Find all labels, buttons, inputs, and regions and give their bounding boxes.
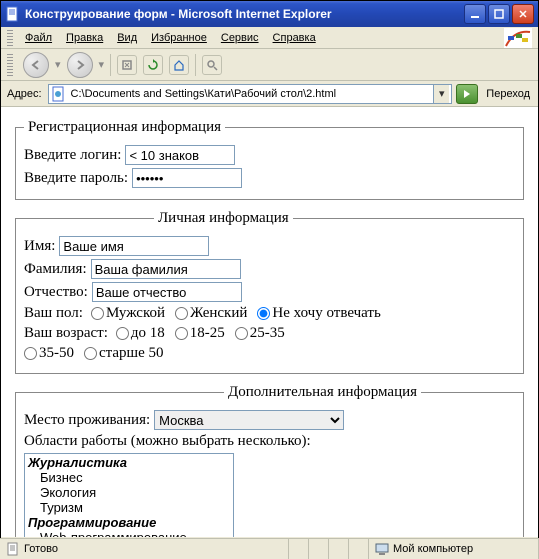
fieldset-registration: Регистрационная информация Введите логин…: [15, 119, 524, 200]
address-label: Адрес:: [5, 88, 44, 100]
address-dropdown-icon[interactable]: ▾: [433, 85, 449, 103]
address-input[interactable]: [69, 88, 434, 100]
menu-file[interactable]: Файл: [19, 30, 58, 46]
search-button[interactable]: [202, 55, 222, 75]
age-label: Ваш возраст:: [24, 325, 108, 342]
name-label: Имя:: [24, 238, 55, 255]
list-item[interactable]: Экология: [26, 485, 232, 500]
minimize-button[interactable]: [464, 4, 486, 24]
menubar: Файл Правка Вид Избранное Сервис Справка: [1, 27, 538, 49]
legend-personal: Личная информация: [154, 210, 293, 227]
html-file-icon: [51, 86, 67, 102]
list-item[interactable]: Туризм: [26, 500, 232, 515]
page-content: Регистрационная информация Введите логин…: [1, 107, 538, 537]
back-button[interactable]: [23, 52, 49, 78]
fieldset-extra: Дополнительная информация Место проживан…: [15, 384, 524, 537]
legend-extra: Дополнительная информация: [224, 384, 421, 401]
patronymic-input[interactable]: [92, 282, 242, 302]
address-field-wrap[interactable]: ▾: [48, 84, 453, 104]
city-label: Место проживания:: [24, 412, 150, 429]
menu-view[interactable]: Вид: [111, 30, 143, 46]
surname-label: Фамилия:: [24, 261, 87, 278]
toolbar: ▾ ▾: [1, 49, 538, 81]
legend-registration: Регистрационная информация: [24, 119, 225, 136]
window-title: Конструирование форм - Microsoft Interne…: [25, 7, 464, 21]
work-listbox[interactable]: ЖурналистикаБизнесЭкологияТуризмПрограмм…: [24, 453, 234, 537]
status-sep: [289, 539, 309, 559]
status-sep: [349, 539, 369, 559]
address-bar: Адрес: ▾ Переход: [1, 81, 538, 107]
menu-favorites[interactable]: Избранное: [145, 30, 213, 46]
document-icon: [6, 542, 20, 556]
forward-button[interactable]: [67, 52, 93, 78]
list-group: Журналистика: [26, 455, 232, 470]
gender-label: Ваш пол:: [24, 305, 83, 322]
close-button[interactable]: [512, 4, 534, 24]
stop-button[interactable]: [117, 55, 137, 75]
zone-text: Мой компьютер: [393, 543, 473, 555]
grip-icon: [7, 54, 13, 76]
ie-page-icon: [5, 6, 21, 22]
maximize-button[interactable]: [488, 4, 510, 24]
ie-logo-icon: [504, 28, 532, 48]
menu-help[interactable]: Справка: [267, 30, 322, 46]
login-label: Введите логин:: [24, 147, 121, 164]
gender-opt-none[interactable]: Не хочу отвечать: [257, 305, 380, 322]
fieldset-personal: Личная информация Имя: Фамилия: Отчество…: [15, 210, 524, 374]
password-label: Введите пароль:: [24, 170, 128, 187]
go-label: Переход: [482, 88, 534, 100]
list-group: Программирование: [26, 515, 232, 530]
refresh-button[interactable]: [143, 55, 163, 75]
status-text: Готово: [24, 543, 58, 555]
gender-opt-male[interactable]: Мужской: [91, 305, 165, 322]
titlebar: Конструирование форм - Microsoft Interne…: [1, 1, 538, 27]
menu-edit[interactable]: Правка: [60, 30, 109, 46]
home-button[interactable]: [169, 55, 189, 75]
name-input[interactable]: [59, 236, 209, 256]
grip-icon: [7, 30, 13, 46]
status-sep: [309, 539, 329, 559]
statusbar: Готово Мой компьютер: [0, 538, 539, 559]
menu-tools[interactable]: Сервис: [215, 30, 265, 46]
surname-input[interactable]: [91, 259, 241, 279]
age-opt-b[interactable]: 18-25: [175, 325, 225, 342]
age-opt-c[interactable]: 25-35: [235, 325, 285, 342]
status-sep: [329, 539, 349, 559]
password-input[interactable]: [132, 168, 242, 188]
age-opt-a[interactable]: до 18: [116, 325, 165, 342]
computer-icon: [375, 542, 389, 556]
go-button[interactable]: [456, 84, 478, 104]
age-opt-e[interactable]: старше 50: [84, 345, 164, 362]
work-label: Области работы (можно выбрать несколько)…: [24, 433, 311, 450]
list-item[interactable]: Web-программирование: [26, 530, 232, 537]
patronymic-label: Отчество:: [24, 284, 88, 301]
city-select[interactable]: Москва: [154, 410, 344, 430]
list-item[interactable]: Бизнес: [26, 470, 232, 485]
gender-opt-female[interactable]: Женский: [175, 305, 247, 322]
age-opt-d[interactable]: 35-50: [24, 345, 74, 362]
login-input[interactable]: [125, 145, 235, 165]
